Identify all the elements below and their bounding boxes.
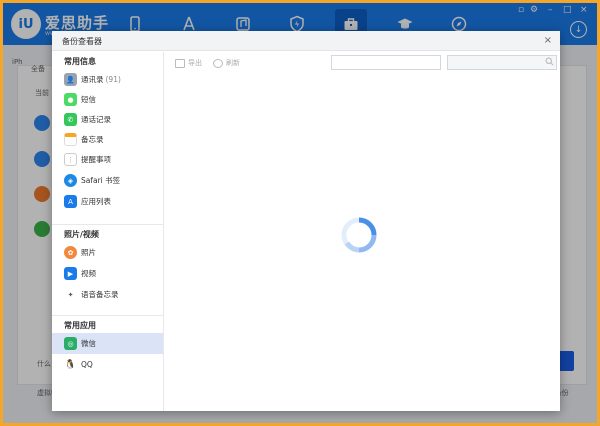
app-window: iU 爱思助手 www.i4.cn ▫ ⚙ – □ × ↓ iPh xyxy=(3,3,597,423)
sidebar-item-label: 微信 xyxy=(81,339,96,348)
sidebar-item-label: 通讯录 xyxy=(81,75,104,84)
sidebar-item-label: 视频 xyxy=(81,269,96,278)
messages-icon: ● xyxy=(64,93,77,106)
sidebar-item-voice-memos[interactable]: ✦ 语音备忘录 xyxy=(52,284,163,305)
sidebar-item-label: 照片 xyxy=(81,248,96,257)
sidebar-item-app-list[interactable]: A 应用列表 xyxy=(52,191,163,212)
sidebar-item-wechat[interactable]: ◎ 微信 xyxy=(52,333,163,354)
viewer-toolbar: 导出 刷新 xyxy=(165,52,560,78)
close-icon[interactable]: × xyxy=(544,35,552,46)
sidebar-item-qq[interactable]: 🐧 QQ xyxy=(52,354,163,375)
filter-input[interactable] xyxy=(331,55,441,70)
refresh-button[interactable]: 刷新 xyxy=(213,58,240,68)
category-sidebar: 常用信息 👤 通讯录 (91) ● 短信 ✆ 通话记录 备忘录 ⋮ 提醒事项 ◈… xyxy=(52,52,164,411)
search-icon[interactable] xyxy=(545,57,554,66)
sidebar-item-label: Safari 书签 xyxy=(81,176,121,185)
group-divider xyxy=(52,224,164,225)
refresh-label: 刷新 xyxy=(226,59,240,67)
export-label: 导出 xyxy=(188,59,202,67)
sidebar-item-notes[interactable]: 备忘录 xyxy=(52,129,163,150)
reminders-icon: ⋮ xyxy=(64,153,77,166)
sidebar-item-label: 语音备忘录 xyxy=(81,290,119,299)
sidebar-item-label: 通话记录 xyxy=(81,115,111,124)
sidebar-item-safari-bookmarks[interactable]: ◈ Safari 书签 xyxy=(52,170,163,191)
wechat-icon: ◎ xyxy=(64,337,77,350)
export-icon xyxy=(175,58,185,68)
sidebar-item-contacts[interactable]: 👤 通讯录 (91) xyxy=(52,69,163,90)
app-list-icon: A xyxy=(64,195,77,208)
contacts-count: (91) xyxy=(105,75,121,84)
dialog-header: 备份查看器 × xyxy=(52,31,560,51)
sidebar-item-label: 备忘录 xyxy=(81,135,104,144)
notes-icon xyxy=(64,133,77,146)
content-area xyxy=(165,78,560,411)
dialog-title: 备份查看器 xyxy=(62,37,102,46)
export-button[interactable]: 导出 xyxy=(175,58,202,68)
sidebar-item-photos[interactable]: ✿ 照片 xyxy=(52,242,163,263)
group-title-common-info: 常用信息 xyxy=(64,57,96,66)
contacts-icon: 👤 xyxy=(64,73,77,86)
sidebar-item-video[interactable]: ▶ 视频 xyxy=(52,263,163,284)
backup-viewer-dialog: 备份查看器 × 常用信息 👤 通讯录 (91) ● 短信 ✆ 通话记录 备忘录 xyxy=(52,31,560,411)
sidebar-item-call-history[interactable]: ✆ 通话记录 xyxy=(52,109,163,130)
sidebar-item-reminders[interactable]: ⋮ 提醒事项 xyxy=(52,149,163,170)
group-divider xyxy=(52,315,164,316)
voice-memo-icon: ✦ xyxy=(64,288,77,301)
search-input[interactable] xyxy=(447,55,557,70)
photos-icon: ✿ xyxy=(64,246,77,259)
group-title-photos-video: 照片/视频 xyxy=(64,230,99,239)
sidebar-item-label: 短信 xyxy=(81,95,96,104)
sidebar-item-messages[interactable]: ● 短信 xyxy=(52,89,163,110)
loading-spinner-icon xyxy=(341,217,377,253)
sidebar-item-label: 提醒事项 xyxy=(81,155,111,164)
sidebar-item-label: QQ xyxy=(81,360,93,369)
qq-icon: 🐧 xyxy=(64,358,77,371)
sidebar-item-label: 应用列表 xyxy=(81,197,111,206)
refresh-icon xyxy=(213,58,223,68)
safari-icon: ◈ xyxy=(64,174,77,187)
phone-call-icon: ✆ xyxy=(64,113,77,126)
video-icon: ▶ xyxy=(64,267,77,280)
group-title-common-apps: 常用应用 xyxy=(64,321,96,330)
